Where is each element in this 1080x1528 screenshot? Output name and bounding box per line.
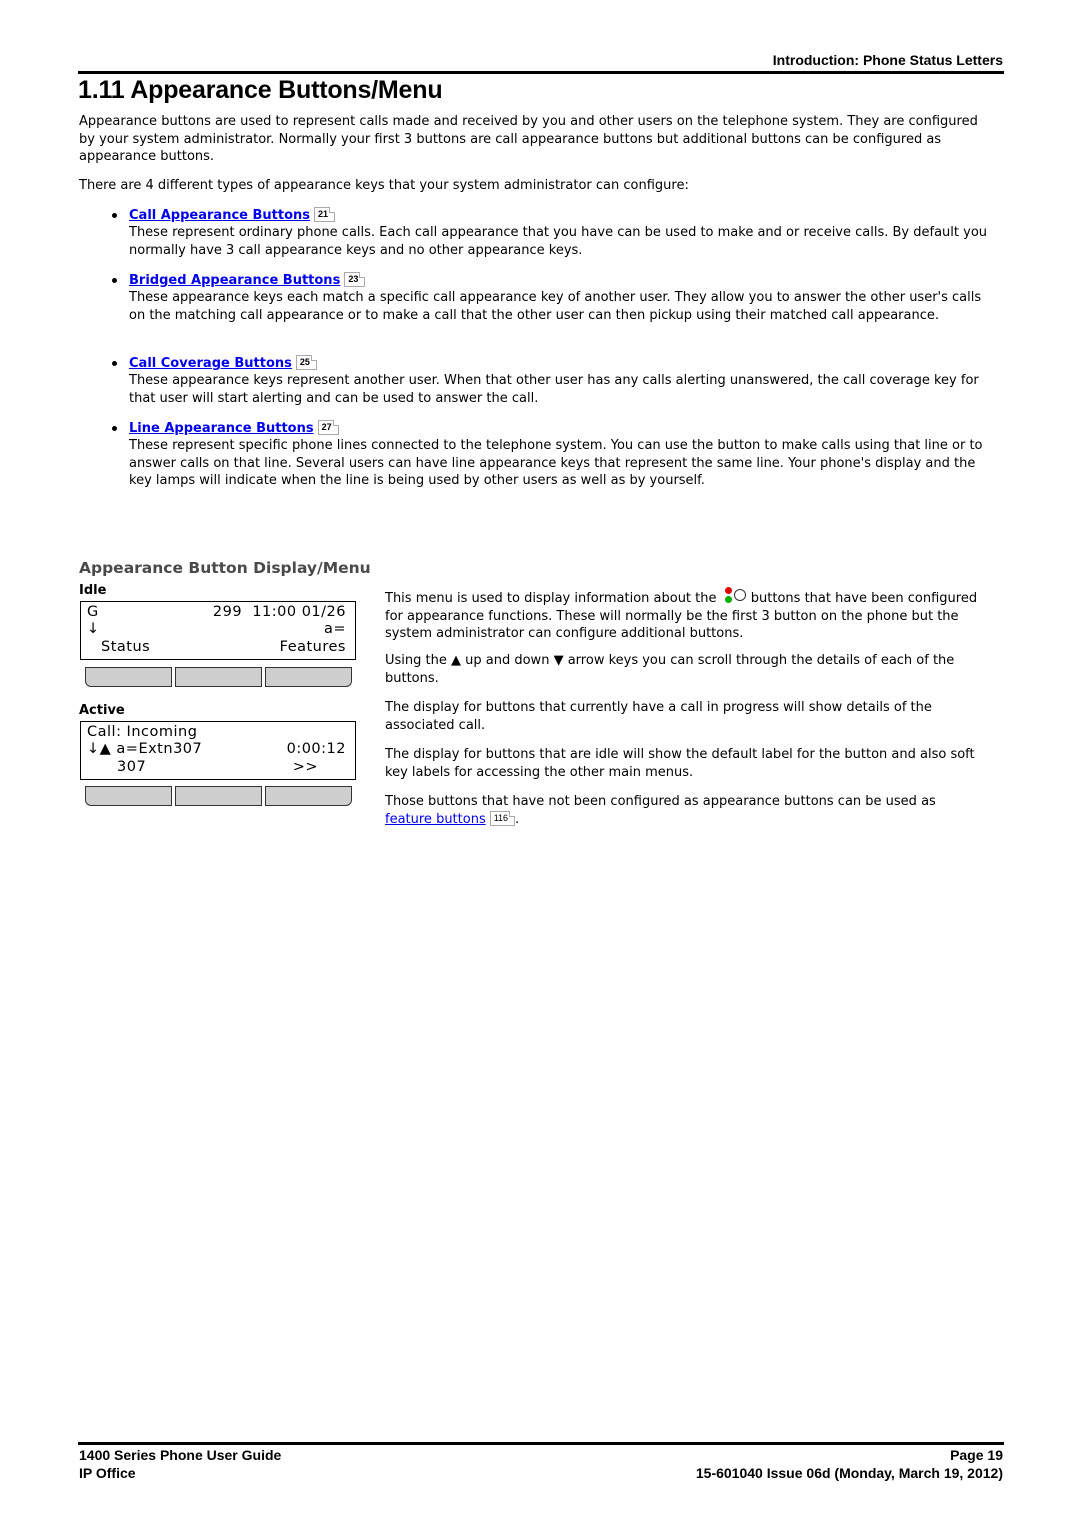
features-softkey-label: Features (279, 639, 346, 655)
appearance-lamp-icon (721, 587, 747, 605)
document-page: Introduction: Phone Status Letters 1.11 … (0, 0, 1080, 1528)
bridged-appearance-buttons-link[interactable]: Bridged Appearance Buttons 23 (129, 272, 366, 288)
softkey-3[interactable] (265, 786, 352, 806)
active-softkeys (85, 786, 352, 806)
bullet-icon (112, 213, 117, 218)
intro-paragraph: Appearance buttons are used to represent… (79, 114, 978, 164)
display-row: ↓▲ a=Extn307 0:00:12 (87, 741, 346, 759)
link-label: Line Appearance Buttons (129, 421, 314, 436)
active-label: Active (79, 703, 125, 718)
display-row: 307 >> (87, 759, 346, 777)
display-row: ↓ a= (87, 621, 346, 639)
list-item-description: These appearance keys each match a speci… (129, 290, 982, 323)
down-arrow-icon: ▼ (553, 653, 564, 668)
display-row: Status Features (87, 639, 346, 657)
display-text: a= (323, 621, 346, 637)
display-row: Call: Incoming (87, 724, 346, 742)
display-text: G (87, 604, 99, 620)
call-appearance-buttons-link[interactable]: Call Appearance Buttons 21 (129, 207, 336, 223)
footer-product: IP Office (79, 1465, 136, 1481)
text: . (515, 811, 520, 827)
link-label: Bridged Appearance Buttons (129, 273, 341, 288)
softkey-2[interactable] (175, 786, 262, 806)
page-ref-badge[interactable]: 25 (295, 355, 317, 370)
idle-display-paragraph: The display for buttons that are idle wi… (385, 747, 975, 780)
link-label: Call Appearance Buttons (129, 208, 311, 223)
footer-guide-title: 1400 Series Phone User Guide (79, 1447, 282, 1463)
idle-phone-display: G 299 11:00 01/26 ↓ a= Status Features (80, 601, 356, 660)
feature-buttons-paragraph: Those buttons that have not been configu… (385, 793, 985, 828)
softkey-1[interactable] (85, 667, 172, 687)
footer-issue: 15-601040 Issue 06d (Monday, March 19, 2… (695, 1465, 1003, 1481)
more-indicator: >> (292, 759, 318, 775)
feature-buttons-link[interactable]: feature buttons (385, 812, 486, 827)
display-text: 299 11:00 01/26 (212, 604, 346, 620)
active-call-paragraph: The display for buttons that currently h… (385, 700, 932, 733)
text: Those buttons that have not been configu… (385, 794, 936, 809)
arrow-keys-paragraph: Using the ▲ up and down ▼ arrow keys you… (385, 652, 985, 687)
text: up and down (465, 653, 550, 668)
page-ref-badge[interactable]: 23 (344, 272, 366, 287)
menu-description-paragraph: This menu is used to display information… (385, 587, 985, 643)
display-text: 307 (117, 759, 147, 775)
text: This menu is used to display information… (385, 591, 717, 606)
call-coverage-buttons-link[interactable]: Call Coverage Buttons 25 (129, 355, 317, 371)
display-text: Call: Incoming (87, 724, 198, 740)
page-ref-badge[interactable]: 21 (314, 207, 336, 222)
softkey-2[interactable] (175, 667, 262, 687)
list-item-description: These represent specific phone lines con… (129, 438, 983, 488)
text: Using the (385, 653, 447, 668)
footer-rule (78, 1442, 1004, 1445)
page-title: 1.11 Appearance Buttons/Menu (78, 76, 443, 104)
bullet-icon (112, 426, 117, 431)
up-arrow-icon: ▲ (451, 653, 461, 668)
status-softkey-label: Status (101, 639, 151, 655)
display-row: G 299 11:00 01/26 (87, 604, 346, 622)
idle-softkeys (85, 667, 352, 687)
list-item-description: These appearance keys represent another … (129, 373, 979, 406)
page-ref-badge[interactable]: 116 (489, 810, 516, 826)
down-arrow-icon: ↓ (87, 621, 100, 637)
bullet-icon (112, 361, 117, 366)
softkey-1[interactable] (85, 786, 172, 806)
active-phone-display: Call: Incoming ↓▲ a=Extn307 0:00:12 307 … (80, 721, 356, 780)
footer-page-number: Page 19 (950, 1447, 1003, 1463)
section-subheading: Appearance Button Display/Menu (79, 559, 371, 577)
call-timer: 0:00:12 (286, 741, 346, 757)
softkey-3[interactable] (265, 667, 352, 687)
list-item-description: These represent ordinary phone calls. Ea… (129, 225, 988, 258)
header-rule (78, 71, 1004, 74)
idle-label: Idle (79, 583, 107, 598)
intro-types-paragraph: There are 4 different types of appearanc… (79, 178, 689, 193)
bullet-icon (112, 278, 117, 283)
line-appearance-buttons-link[interactable]: Line Appearance Buttons 27 (129, 420, 339, 436)
link-label: Call Coverage Buttons (129, 356, 292, 371)
page-ref-badge[interactable]: 27 (317, 420, 339, 435)
display-text: ↓▲ a=Extn307 (87, 741, 203, 757)
section-header: Introduction: Phone Status Letters (772, 52, 1003, 68)
